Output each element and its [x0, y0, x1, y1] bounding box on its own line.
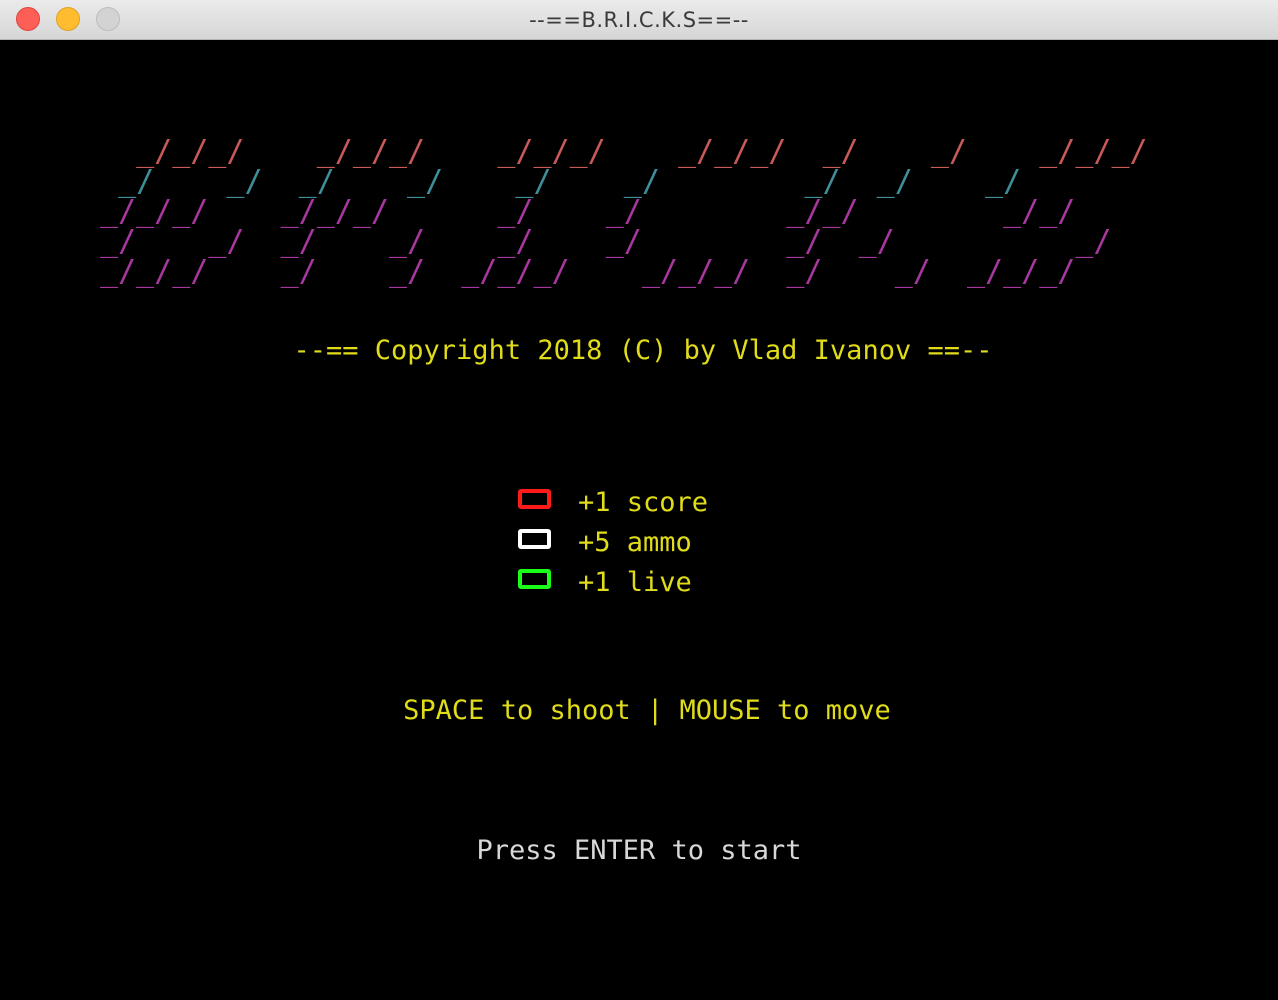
game-canvas[interactable]: _/_/_/ _/_/_/ _/_/_/ _/_/_/ _/ _/ _/_/_/… [0, 40, 1278, 1000]
green-brick-icon [518, 569, 551, 589]
copyright-text: --== Copyright 2018 (C) by Vlad Ivanov =… [293, 335, 993, 366]
game-window: --==B.R.I.C.K.S==-- _/_/_/ _/_/_/ _/_/_/… [0, 0, 1278, 1000]
white-brick-icon [518, 529, 551, 549]
red-brick-icon [518, 489, 551, 509]
logo-line-5: _/_/_/ _/ _/ _/_/_/ _/_/_/ _/ _/ _/_/_/ [100, 254, 1130, 289]
logo-line-1: _/_/_/ _/_/_/ _/_/_/ _/_/_/ _/ _/ _/_/_/ [100, 134, 1148, 169]
logo-line-4: _/ _/ _/ _/ _/ _/ _/ _/ _/ [100, 224, 1130, 259]
logo-line-3: _/_/_/ _/_/_/ _/ _/ _/_/ _/_/ [100, 194, 1130, 229]
window-title: --==B.R.I.C.K.S==-- [529, 8, 749, 32]
start-prompt: Press ENTER to start [476, 835, 802, 866]
title-bar: --==B.R.I.C.K.S==-- [0, 0, 1278, 40]
controls-hint: SPACE to shoot | MOUSE to move [403, 695, 891, 726]
legend-label: +1 score [578, 487, 709, 518]
logo-line-2: _/ _/ _/ _/ _/ _/ _/ _/ _/ [100, 164, 1130, 199]
legend-label: +1 live [578, 567, 692, 598]
legend-label: +5 ammo [578, 527, 692, 558]
